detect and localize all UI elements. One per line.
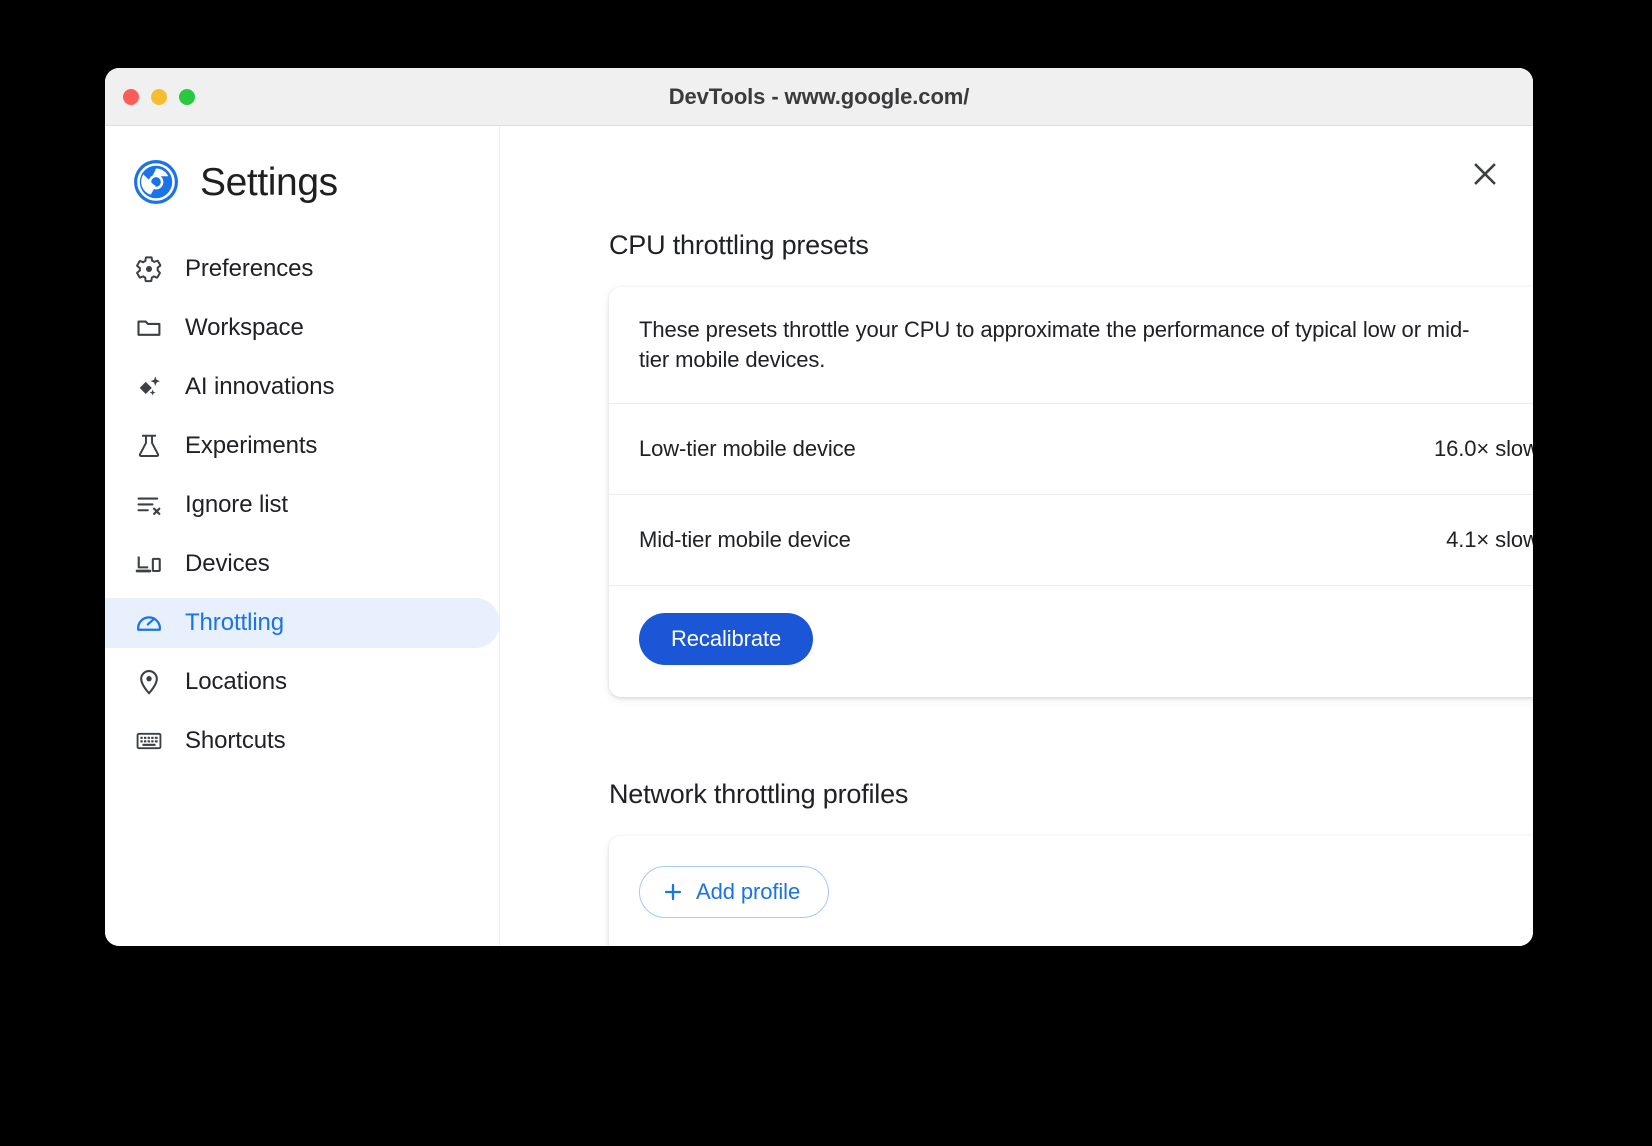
preset-value: 4.1× slowdown <box>1446 527 1533 553</box>
window-maximize-button[interactable] <box>179 89 195 105</box>
sidebar-item-label: Workspace <box>185 314 304 342</box>
sidebar-item-label: Experiments <box>185 432 317 460</box>
network-throttling-section: Network throttling profiles Add profile <box>609 779 1533 946</box>
sidebar-item-devices[interactable]: Devices <box>105 539 500 589</box>
cpu-section-title: CPU throttling presets <box>609 230 1533 261</box>
network-section-title: Network throttling profiles <box>609 779 1533 810</box>
flask-icon <box>135 432 163 460</box>
preset-name: Mid-tier mobile device <box>639 527 851 553</box>
sidebar-item-ai-innovations[interactable]: AI innovations <box>105 362 500 412</box>
settings-sidebar: Settings Preferences <box>105 126 500 946</box>
preset-name: Low-tier mobile device <box>639 436 856 462</box>
sidebar-item-label: Throttling <box>185 609 284 637</box>
settings-brand: Settings <box>105 158 499 206</box>
sidebar-item-locations[interactable]: Locations <box>105 657 500 707</box>
sidebar-item-preferences[interactable]: Preferences <box>105 244 500 294</box>
settings-main-panel: CPU throttling presets These presets thr… <box>501 126 1533 946</box>
recalibrate-button[interactable]: Recalibrate <box>639 613 813 665</box>
sidebar-item-experiments[interactable]: Experiments <box>105 421 500 471</box>
plus-icon <box>662 881 684 903</box>
settings-dialog-body: Settings Preferences <box>105 126 1533 946</box>
devices-icon <box>135 550 163 578</box>
sidebar-item-shortcuts[interactable]: Shortcuts <box>105 716 500 766</box>
sidebar-item-throttling[interactable]: Throttling <box>105 598 500 648</box>
cpu-throttling-section: CPU throttling presets These presets thr… <box>609 230 1533 697</box>
window-title: DevTools - www.google.com/ <box>105 84 1533 110</box>
chrome-devtools-logo-icon <box>132 158 180 206</box>
add-profile-button[interactable]: Add profile <box>639 866 829 918</box>
speedometer-icon <box>135 609 163 637</box>
sidebar-item-label: Preferences <box>185 255 313 283</box>
preset-value: 16.0× slowdown <box>1434 436 1533 462</box>
window-titlebar: DevTools - www.google.com/ <box>105 68 1533 126</box>
sidebar-item-ignore-list[interactable]: Ignore list <box>105 480 500 530</box>
sidebar-item-label: Devices <box>185 550 270 578</box>
sidebar-item-label: Shortcuts <box>185 727 285 755</box>
close-settings-button[interactable] <box>1465 154 1505 194</box>
map-pin-icon <box>135 668 163 696</box>
devtools-window: DevTools - www.google.com/ Settings <box>105 68 1533 946</box>
cpu-card-actions: Recalibrate <box>609 585 1533 697</box>
traffic-light-group <box>123 89 195 105</box>
cpu-presets-description: These presets throttle your CPU to appro… <box>609 287 1509 403</box>
window-minimize-button[interactable] <box>151 89 167 105</box>
list-x-icon <box>135 491 163 519</box>
sparkle-icon <box>135 373 163 401</box>
add-profile-label: Add profile <box>696 879 800 905</box>
gear-icon <box>135 255 163 283</box>
page-title: Settings <box>200 163 338 202</box>
sidebar-item-label: Ignore list <box>185 491 288 519</box>
preset-row[interactable]: Mid-tier mobile device 4.1× slowdown <box>609 494 1533 585</box>
network-profiles-card: Add profile <box>609 836 1533 946</box>
folder-icon <box>135 314 163 342</box>
keyboard-icon <box>135 727 163 755</box>
close-icon <box>1472 161 1498 187</box>
sidebar-item-label: Locations <box>185 668 287 696</box>
sidebar-item-label: AI innovations <box>185 373 334 401</box>
cpu-presets-card: These presets throttle your CPU to appro… <box>609 287 1533 697</box>
window-close-button[interactable] <box>123 89 139 105</box>
preset-row[interactable]: Low-tier mobile device 16.0× slowdown <box>609 403 1533 494</box>
sidebar-item-workspace[interactable]: Workspace <box>105 303 500 353</box>
